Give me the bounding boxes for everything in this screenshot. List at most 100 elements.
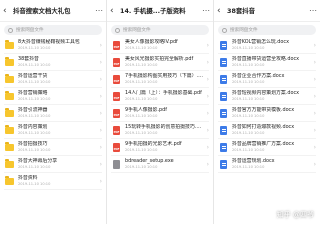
- pdf-file-icon: PDF: [113, 57, 120, 67]
- folder-icon: [5, 74, 14, 83]
- list-item[interactable]: PDF 美女人像摄影攻略IV.pdf 2019-11-10 10:10 ›: [111, 37, 209, 54]
- item-date: 2019-11-10 10:10: [232, 131, 265, 135]
- item-name: 美女风光摄影实拍完全解析.pdf: [125, 56, 194, 62]
- chevron-right-icon: ›: [206, 41, 209, 49]
- folder-icon: [5, 159, 14, 168]
- word-doc-icon: [220, 74, 227, 84]
- list-item[interactable]: 抖音大神幕后分享 2019-11-10 10:10 ›: [4, 156, 102, 173]
- item-name: 抖音KOL营销怎么玩.docx: [232, 39, 289, 45]
- list-item[interactable]: PDF 15玩转手机摄影的创意拍摄技巧.pdf 2019-11-10 10:10 ›: [111, 122, 209, 139]
- file-browser-panel: ‹ 38套抖音 ⋯ 搜索网盘文件 抖音KOL营销怎么玩.docx 2019-11-…: [214, 0, 320, 224]
- list-item[interactable]: 38套抖音 2019-11-10 10:10 ›: [4, 54, 102, 71]
- item-date: 2019-11-10 10:10: [18, 165, 51, 169]
- word-doc-icon: [220, 40, 227, 50]
- list-item[interactable]: 抖音官方万能带货模板.docx 2019-11-10 10:10 ›: [218, 105, 316, 122]
- folder-icon: [5, 57, 14, 66]
- item-date: 2019-11-10 10:10: [125, 148, 158, 152]
- more-icon[interactable]: ⋯: [309, 6, 317, 15]
- chevron-right-icon: ›: [99, 160, 102, 168]
- chevron-right-icon: ›: [206, 92, 209, 100]
- pdf-file-icon: PDF: [113, 125, 120, 135]
- search-placeholder: 搜索网盘文件: [123, 28, 151, 33]
- item-name: 抖音内容策划: [18, 124, 48, 130]
- list-item[interactable]: 抖音直播带货运营全攻略.docx 2019-11-10 10:10 ›: [218, 54, 316, 71]
- list-item[interactable]: PDF 7手机摄影构图实用技巧（下篇）.pdf 2019-11-10 10:10 ›: [111, 71, 209, 88]
- page-title: 38套抖音: [227, 7, 256, 15]
- chevron-right-icon: ›: [99, 75, 102, 83]
- list-item[interactable]: 抖音短视频内容策划方案.docx 2019-11-10 10:10 ›: [218, 88, 316, 105]
- chevron-right-icon: ›: [99, 92, 102, 100]
- page-title: 抖音搜索文档大礼包: [13, 7, 71, 15]
- item-name: 抖音运营干货: [18, 73, 48, 79]
- list-item[interactable]: 抖音拍摄技巧 2019-11-10 10:10 ›: [4, 139, 102, 156]
- item-name: 15玩转手机摄影的创意拍摄技巧.pdf: [125, 124, 204, 130]
- word-doc-icon: [220, 57, 227, 67]
- search-input[interactable]: 搜索网盘文件: [4, 25, 102, 35]
- back-arrow-icon[interactable]: ‹: [217, 6, 225, 16]
- more-icon[interactable]: ⋯: [202, 6, 210, 15]
- item-date: 2019-11-10 10:10: [18, 97, 51, 101]
- list-item[interactable]: 8大抖音赚钱秘籍视频工具包 2019-11-10 10:10 ›: [4, 37, 102, 54]
- item-date: 2019-11-10 10:10: [125, 165, 158, 169]
- chevron-right-icon: ›: [313, 41, 316, 49]
- item-name: 抖音直播带货运营全攻略.docx: [232, 56, 300, 62]
- header: ‹ 14. 手机摄...子版资料 ⋯: [107, 0, 213, 22]
- list-item[interactable]: PDF 美女风光摄影实拍完全解析.pdf 2019-11-10 10:10 ›: [111, 54, 209, 71]
- folder-icon: [5, 91, 14, 100]
- folder-icon: [5, 40, 14, 49]
- list-item[interactable]: 抖音运营规划.docx 2019-11-10 10:10 ›: [218, 156, 316, 173]
- list-item[interactable]: 抖音品牌营销推广方案.docx 2019-11-10 10:10 ›: [218, 139, 316, 156]
- back-arrow-icon[interactable]: ‹: [110, 6, 118, 16]
- item-name: 9手机拍摄的光影艺术.pdf: [125, 141, 182, 147]
- search-placeholder: 搜索网盘文件: [16, 28, 44, 33]
- file-list: 抖音KOL营销怎么玩.docx 2019-11-10 10:10 › 抖音直播带货运…: [214, 37, 320, 173]
- list-item[interactable]: 抖音KOL营销怎么玩.docx 2019-11-10 10:10 ›: [218, 37, 316, 54]
- item-date: 2019-11-10 10:10: [18, 131, 51, 135]
- word-doc-icon: [220, 91, 227, 101]
- item-date: 2019-11-10 10:10: [125, 80, 158, 84]
- word-doc-icon: [220, 142, 227, 152]
- item-date: 2019-11-10 10:10: [232, 80, 265, 84]
- more-icon[interactable]: ⋯: [95, 6, 103, 15]
- item-date: 2019-11-10 10:10: [232, 46, 265, 50]
- item-name: 抖音引流神器: [18, 107, 48, 113]
- item-name: 7手机摄影构图实用技巧（下篇）.pdf: [125, 73, 204, 79]
- search-icon: [222, 27, 227, 33]
- chevron-right-icon: ›: [313, 109, 316, 117]
- folder-icon: [5, 142, 14, 151]
- list-item[interactable]: 抖音企业合作方案.docx 2019-11-10 10:10 ›: [218, 71, 316, 88]
- search-input[interactable]: 搜索网盘文件: [218, 25, 316, 35]
- item-name: 抖音短视频内容策划方案.docx: [232, 90, 300, 96]
- pdf-file-icon: PDF: [113, 91, 120, 101]
- item-name: 抖音官方万能带货模板.docx: [232, 107, 295, 113]
- item-date: 2019-11-10 10:10: [125, 131, 158, 135]
- pdf-file-icon: PDF: [113, 142, 120, 152]
- chevron-right-icon: ›: [206, 58, 209, 66]
- list-item[interactable]: 抖音内容策划 2019-11-10 10:10 ›: [4, 122, 102, 139]
- chevron-right-icon: ›: [313, 143, 316, 151]
- list-item[interactable]: bdreader_setup.exe 2019-11-10 10:10 ›: [111, 156, 209, 173]
- item-name: 抖音资料: [18, 175, 38, 181]
- item-date: 2019-11-10 10:10: [18, 46, 51, 50]
- search-input[interactable]: 搜索网盘文件: [111, 25, 209, 35]
- list-item[interactable]: 抖音营销策略 2019-11-10 10:10 ›: [4, 88, 102, 105]
- item-name: 抖音运营规划.docx: [232, 158, 275, 164]
- chevron-right-icon: ›: [206, 126, 209, 134]
- back-arrow-icon[interactable]: ‹: [3, 6, 11, 16]
- file-browser-panel: ‹ 抖音搜索文档大礼包 ⋯ 搜索网盘文件 8大抖音赚钱秘籍视频工具包 2019-1…: [0, 0, 106, 224]
- list-item[interactable]: 抖音运营干货 2019-11-10 10:10 ›: [4, 71, 102, 88]
- search-icon: [115, 27, 120, 33]
- list-item[interactable]: 抖音引流神器 2019-11-10 10:10 ›: [4, 105, 102, 122]
- pdf-file-icon: PDF: [113, 40, 120, 50]
- list-item[interactable]: PDF 9手机人像摄影.pdf 2019-11-10 10:10 ›: [111, 105, 209, 122]
- list-item[interactable]: 抖音如何打造爆款视频.docx 2019-11-10 10:10 ›: [218, 122, 316, 139]
- item-name: 抖音企业合作方案.docx: [232, 73, 285, 79]
- exe-file-icon: [113, 159, 120, 169]
- item-name: 抖音品牌营销推广方案.docx: [232, 141, 295, 147]
- chevron-right-icon: ›: [99, 58, 102, 66]
- list-item[interactable]: 抖音资料 2019-11-10 10:10 ›: [4, 173, 102, 190]
- chevron-right-icon: ›: [313, 126, 316, 134]
- list-item[interactable]: PDF 14人门篇（上）：手机摄影基础.pdf 2019-11-10 10:10 ›: [111, 88, 209, 105]
- list-item[interactable]: PDF 9手机拍摄的光影艺术.pdf 2019-11-10 10:10 ›: [111, 139, 209, 156]
- item-date: 2019-11-10 10:10: [232, 148, 265, 152]
